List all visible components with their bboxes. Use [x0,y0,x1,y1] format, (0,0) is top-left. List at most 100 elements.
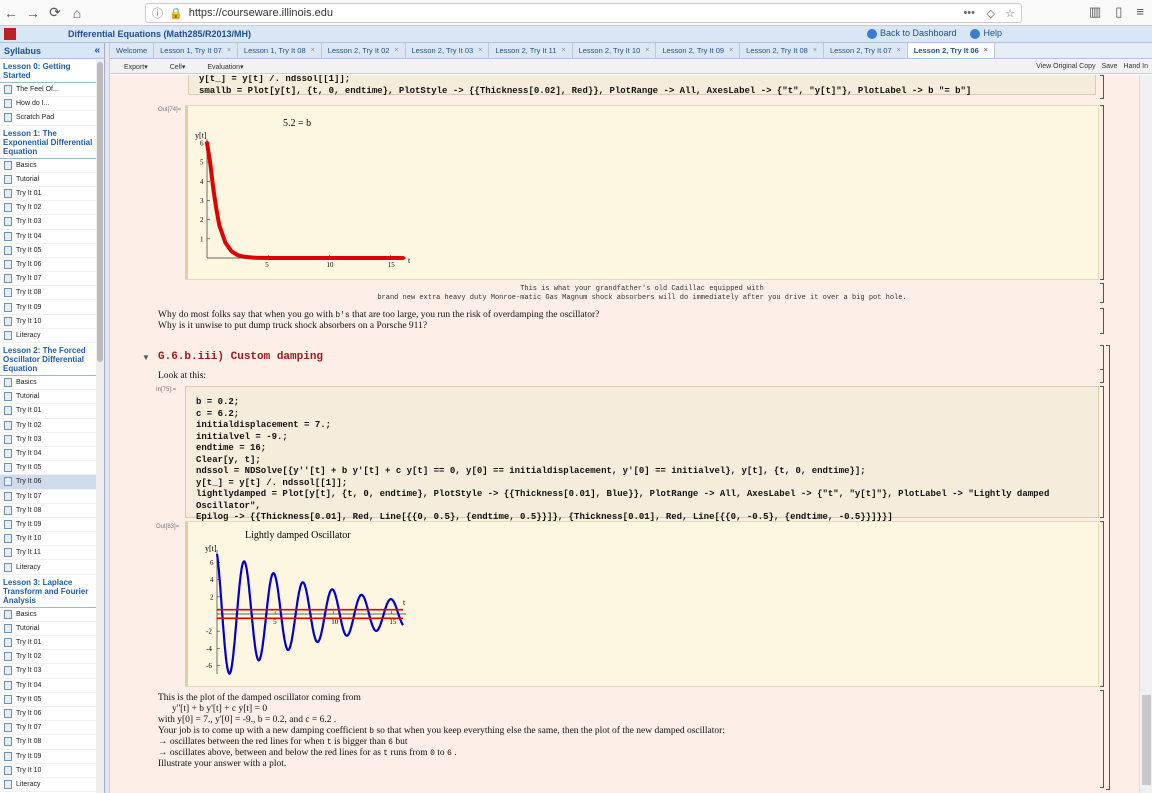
cell-bracket[interactable] [1100,369,1104,383]
sidebar-item[interactable]: Try It 06 [0,707,97,722]
cell-bracket[interactable] [1100,283,1104,303]
sidebar-item[interactable]: Try It 05 [0,461,97,476]
cell-bracket[interactable] [1100,521,1104,687]
cell-bracket[interactable] [1100,690,1104,788]
sidebar-section-title[interactable]: Lesson 0: Getting Started [0,59,97,83]
cell-bracket[interactable] [1100,75,1104,99]
sidebar-item[interactable]: Try It 07 [0,272,97,287]
notebook-scrollbar[interactable] [1139,75,1152,793]
sidebar-item[interactable]: Try It 03 [0,433,97,447]
input-cell-75[interactable]: b = 0.2; c = 6.2; initialdisplacement = 7.… [185,386,1099,522]
close-tab-icon[interactable]: × [645,47,649,54]
sidebar-item[interactable]: Try It 09 [0,300,97,315]
cell-bracket[interactable] [1100,345,1104,370]
sidebar-item[interactable]: Try It 11 [0,546,97,561]
input-cell-top[interactable]: y[t_] = y[t] /. ndssol[[1]]; smallb = Pl… [188,75,1096,96]
course-title[interactable]: Differential Equations (Math285/R2013/MH… [68,29,251,39]
pocket-icon[interactable]: ◇ [987,7,995,20]
url-text[interactable]: https://courseware.illinois.edu [189,7,333,19]
export-menu[interactable]: Export▾ [124,63,148,71]
close-tab-icon[interactable]: × [227,47,231,54]
cell-bracket[interactable] [1100,308,1104,334]
close-tab-icon[interactable]: × [813,47,817,54]
sidebar-item[interactable]: Try It 10 [0,315,97,329]
sidebar-item[interactable]: Try It 05 [0,244,97,258]
url-bar[interactable]: ⓘ 🔒 https://courseware.illinois.edu ••• … [145,3,1022,23]
close-tab-icon[interactable]: × [729,47,733,54]
close-tab-icon[interactable]: × [561,47,565,54]
sidebar-item[interactable]: Try It 02 [0,419,97,433]
bookmark-star-icon[interactable]: ☆ [1005,7,1015,20]
close-tab-icon[interactable]: × [984,47,988,54]
sidebar-item[interactable]: Try It 09 [0,750,97,764]
output-cell-83[interactable]: Lightly damped Oscillator y[t] t 5 10 15 6 4… [185,521,1099,687]
forward-icon[interactable]: → [22,2,44,24]
sidebar-item[interactable]: Try It 10 [0,764,97,778]
sidebar-item[interactable]: Try It 07 [0,721,97,736]
notebook-tab[interactable]: Lesson 2, Try It 02 × [321,43,406,58]
view-original-button[interactable]: View Original Copy [1036,63,1095,70]
sidebar-item[interactable]: Basics [0,608,97,622]
collapse-sidebar-icon[interactable]: « [94,45,100,56]
menu-icon[interactable]: ≡ [1136,4,1144,20]
sidebar-scroll-thumb[interactable] [97,62,103,362]
save-button[interactable]: Save [1102,63,1118,70]
notebook-tab[interactable]: Lesson 2, Try It 06 × [907,43,995,58]
sidebar-item[interactable]: Literacy [0,778,97,793]
sidebar-toggle-icon[interactable]: ▯ [1115,4,1122,20]
sidebar-scrollbar[interactable] [96,60,104,793]
close-tab-icon[interactable]: × [394,47,398,54]
notebook-tab[interactable]: Lesson 2, Try It 11 × [489,43,573,58]
sidebar-item[interactable]: Tutorial [0,173,97,187]
close-tab-icon[interactable]: × [478,47,482,54]
sidebar-item[interactable]: Try It 04 [0,679,97,693]
sidebar-item[interactable]: Try It 01 [0,636,97,651]
sidebar-item[interactable]: The Feel Of... [0,83,97,98]
notebook-tab[interactable]: Lesson 1, Try It 07 × [154,43,238,58]
sidebar-item[interactable]: Basics [0,159,97,173]
sidebar-item[interactable]: Try It 02 [0,650,97,665]
section-collapse-icon[interactable]: ▼ [142,353,150,362]
sidebar-item[interactable]: Tutorial [0,390,97,405]
sidebar-item[interactable]: Try It 04 [0,447,97,462]
notebook-scroll-thumb[interactable] [1142,695,1151,785]
back-icon[interactable]: ← [0,2,22,24]
sidebar-item[interactable]: Try It 05 [0,693,97,707]
help-link[interactable]: Help [970,28,1002,39]
sidebar-item[interactable]: Scratch Pad [0,111,97,126]
sidebar-item[interactable]: Try It 03 [0,664,97,679]
evaluation-menu[interactable]: Evaluation▾ [207,63,243,71]
notebook-tab[interactable]: Lesson 2, Try It 07 × [823,43,908,58]
sidebar-item[interactable]: Try It 08 [0,504,97,518]
page-actions-icon[interactable]: ••• [963,7,975,19]
back-to-dashboard-link[interactable]: Back to Dashboard [866,28,956,39]
sidebar-item[interactable]: Try It 06 [0,475,97,490]
sidebar-item[interactable]: Literacy [0,560,97,575]
sidebar-item[interactable]: Try It 01 [0,187,97,202]
notebook-tab[interactable]: Lesson 1, Try It 08 × [237,43,322,58]
cell-menu[interactable]: Cell▾ [170,63,186,71]
notebook-tab[interactable]: Lesson 2, Try It 10 × [572,43,657,58]
cell-bracket[interactable] [1100,105,1104,280]
sidebar-item[interactable]: Try It 06 [0,258,97,273]
close-tab-icon[interactable]: × [311,47,315,54]
sidebar-item[interactable]: Literacy [0,329,97,343]
home-icon[interactable]: ⌂ [66,2,88,24]
hand-in-button[interactable]: Hand In [1123,63,1148,70]
notebook-tab[interactable]: Lesson 2, Try It 08 × [740,43,824,58]
sidebar-item[interactable]: Try It 02 [0,201,97,216]
sidebar-item[interactable]: Try It 08 [0,286,97,301]
sidebar-item[interactable]: Basics [0,376,97,391]
sidebar-item[interactable]: Try It 09 [0,518,97,533]
output-cell-74[interactable]: 5.2 = b y[t] t 5 10 15 6 5 4 3 2 1 [185,105,1099,280]
sidebar-item[interactable]: Try It 10 [0,532,97,547]
section-bracket[interactable] [1106,345,1110,790]
close-tab-icon[interactable]: × [897,47,901,54]
sidebar-item[interactable]: Try It 03 [0,215,97,230]
cell-bracket[interactable] [1100,386,1104,518]
sidebar-item[interactable]: How do I... [0,97,97,112]
reload-icon[interactable]: ⟳ [44,2,66,24]
sidebar-section-title[interactable]: Lesson 2: The Forced Oscillator Differen… [0,343,97,376]
sidebar-item[interactable]: Try It 04 [0,230,97,244]
sidebar-section-title[interactable]: Lesson 1: The Exponential Differential E… [0,126,97,159]
